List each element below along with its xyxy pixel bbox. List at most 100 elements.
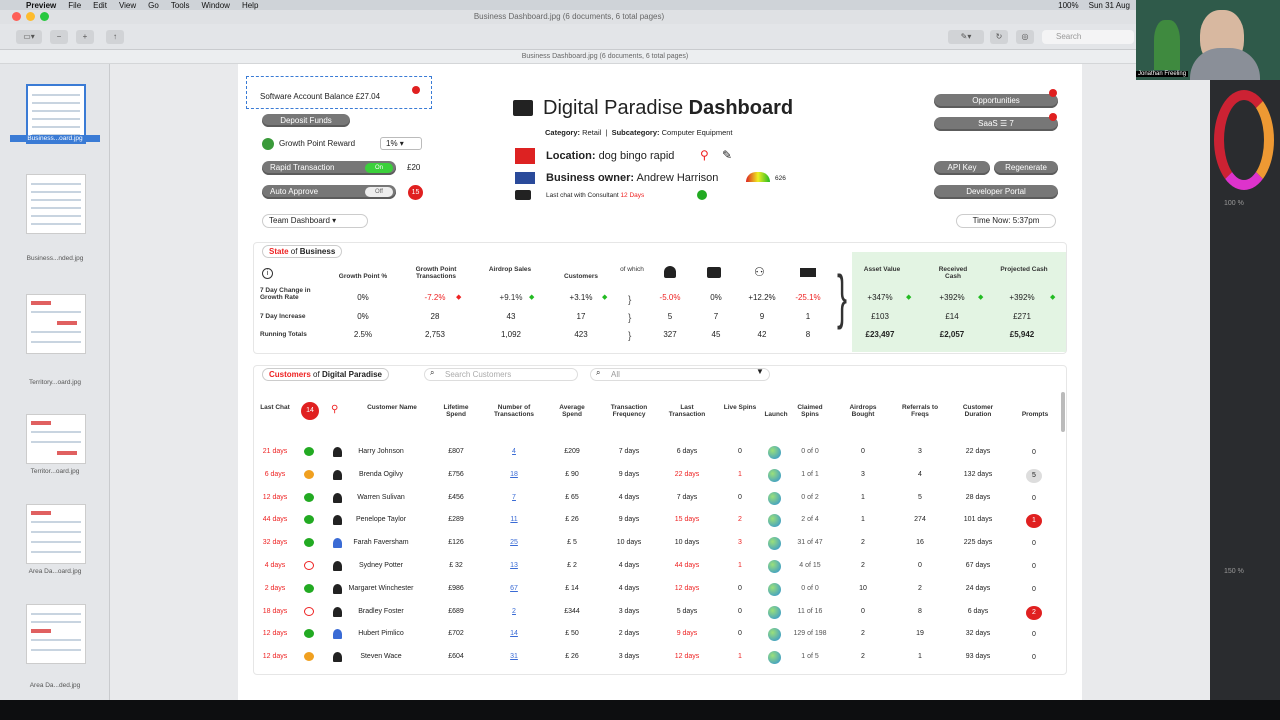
col-prompts[interactable]: Prompts [1012,411,1058,418]
api-key-button[interactable]: API Key [934,161,990,175]
info-icon[interactable]: i [262,268,273,279]
chevron-down-icon[interactable]: ▼ [756,367,764,376]
sidebar-toggle-icon[interactable]: ▭▾ [16,30,42,44]
thumbnail-label[interactable]: Territor...oard.jpg [10,468,100,475]
team-dashboard-select[interactable]: Team Dashboard ▾ [262,214,368,228]
thumbnail-6[interactable] [26,604,86,664]
chat-status-icon[interactable] [304,447,314,456]
cell-tx[interactable]: 13 [486,562,542,569]
col-number-transactions[interactable]: Number of Transactions [486,404,542,418]
launch-globe-icon[interactable] [768,446,781,459]
cell-name[interactable]: Harry Johnson [346,448,416,455]
saas-button[interactable]: SaaS ☰ 7 [934,117,1058,131]
share-icon[interactable]: ↑ [106,30,124,44]
map-pin-icon[interactable]: ⚲ [700,148,709,162]
cell-tx[interactable]: 4 [486,448,542,455]
col-live-spins[interactable]: Live Spins [722,404,758,411]
thumbnail-label[interactable]: Business...nded.jpg [10,255,100,262]
thumbnail-label[interactable]: Area Da...oard.jpg [10,568,100,575]
cell-name[interactable]: Steven Wace [346,653,416,660]
scrollbar[interactable] [1061,392,1065,432]
col-airdrops-bought[interactable]: Airdrops Bought [840,404,886,418]
opportunities-button[interactable]: Opportunities [934,94,1058,108]
auto-approve-toggle[interactable]: Off [365,187,393,197]
col-average-spend[interactable]: Average Spend [550,404,594,418]
regenerate-button[interactable]: Regenerate [994,161,1058,175]
menu-file[interactable]: File [68,1,81,10]
search-customers-input[interactable]: Search Customers [424,368,578,381]
cell-name[interactable]: Penelope Taylor [346,516,416,523]
cell-name[interactable]: Brenda Ogilvy [346,471,416,478]
zoom-window-button[interactable] [40,12,49,21]
thumbnail-label[interactable]: Territory...oard.jpg [10,379,100,386]
cell-tx[interactable]: 25 [486,539,542,546]
cell-prompts[interactable]: 2 [1026,605,1042,620]
cell-tx[interactable]: 67 [486,585,542,592]
filter-select[interactable]: All [590,368,770,381]
thumbnail-label[interactable]: Business...oard.jpg [10,135,100,142]
cell-name[interactable]: Warren Sulivan [346,494,416,501]
cell-name[interactable]: Farah Faversham [346,539,416,546]
cell-prompts[interactable]: 0 [1026,583,1042,597]
annotate-icon[interactable]: ◎ [1016,30,1034,44]
zoom-out-icon[interactable]: − [50,30,68,44]
chat-status-icon[interactable] [304,492,314,502]
launch-globe-icon[interactable] [768,491,781,505]
zoom-in-icon[interactable]: + [76,30,94,44]
launch-globe-icon[interactable] [768,468,781,482]
col-last-transaction[interactable]: Last Transaction [662,404,712,418]
cell-prompts[interactable]: 0 [1026,560,1042,574]
col-customer-name[interactable]: Customer Name [366,404,418,411]
thumbnail-2[interactable] [26,174,86,234]
chat-status-icon[interactable] [304,606,314,616]
cell-tx[interactable]: 14 [486,630,542,637]
col-transaction-frequency[interactable]: Transaction Frequency [602,404,656,418]
col-claimed-spins[interactable]: Claimed Spins [790,404,830,418]
cell-tx[interactable]: 7 [486,494,542,501]
col-customer-duration[interactable]: Customer Duration [954,404,1002,418]
cell-tx[interactable]: 31 [486,653,542,660]
col-referrals[interactable]: Referrals to Freqs [896,404,944,418]
col-launch[interactable]: Launch [760,411,792,418]
cell-tx[interactable]: 2 [486,608,542,615]
menu-help[interactable]: Help [242,1,258,10]
close-window-button[interactable] [12,12,21,21]
battery-status[interactable]: 100% [1058,1,1078,10]
markup-icon[interactable]: ✎▾ [948,30,984,44]
chat-status-icon[interactable] [304,469,314,479]
launch-globe-icon[interactable] [768,582,781,596]
rapid-transaction-toggle[interactable]: On [365,163,393,173]
launch-globe-icon[interactable] [768,605,781,619]
menu-tools[interactable]: Tools [171,1,190,10]
cell-name[interactable]: Margaret Winchester [346,585,416,592]
cell-name[interactable]: Sydney Potter [346,562,416,569]
toolbar-search-input[interactable]: Search [1042,30,1134,44]
menu-window[interactable]: Window [202,1,230,10]
rotate-icon[interactable]: ↻ [990,30,1008,44]
thumbnail-4[interactable] [26,414,86,464]
cell-name[interactable]: Hubert Pimlico [346,630,416,637]
edit-icon[interactable]: ✎ [722,148,732,162]
cell-prompts[interactable]: 5 [1026,468,1042,483]
cell-name[interactable]: Bradley Foster [346,608,416,615]
minimize-window-button[interactable] [26,12,35,21]
thumbnail-label[interactable]: Area Da...ded.jpg [10,682,100,689]
developer-portal-button[interactable]: Developer Portal [934,185,1058,199]
clock[interactable]: Sun 31 Aug [1089,1,1130,10]
menu-app[interactable]: Preview [26,1,56,10]
chat-status-icon[interactable] [304,561,314,570]
col-last-chat[interactable]: Last Chat [258,404,292,411]
cell-prompts[interactable]: 0 [1026,492,1042,506]
col-lifetime-spend[interactable]: Lifetime Spend [434,404,478,418]
thumbnail-3[interactable] [26,294,86,354]
thumbnail-5[interactable] [26,504,86,564]
cell-tx[interactable]: 18 [486,471,542,478]
menu-view[interactable]: View [119,1,136,10]
menu-go[interactable]: Go [148,1,159,10]
cell-tx[interactable]: 11 [486,516,542,523]
deposit-funds-button[interactable]: Deposit Funds [262,114,350,127]
launch-globe-icon[interactable] [768,560,781,573]
chat-status-icon[interactable] [304,583,314,593]
color-wheel-icon[interactable] [1214,90,1274,190]
menu-edit[interactable]: Edit [93,1,107,10]
